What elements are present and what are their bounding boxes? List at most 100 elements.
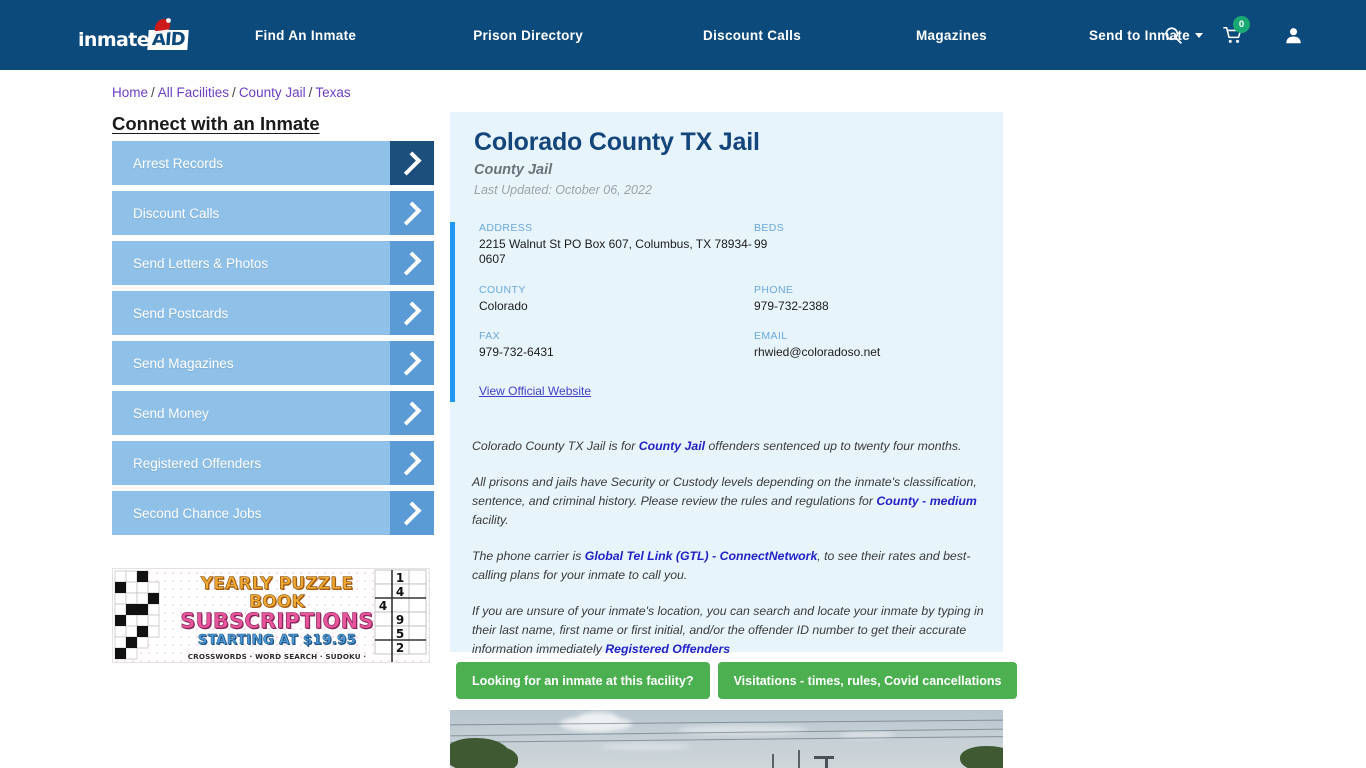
- desc-p1-link-county-jail[interactable]: County Jail: [639, 439, 705, 453]
- desc-p2-link-county-medium[interactable]: County - medium: [876, 494, 976, 508]
- facility-street-view-photo[interactable]: [450, 710, 1003, 768]
- chevron-right-icon: [390, 391, 434, 435]
- chevron-right-icon: [390, 191, 434, 235]
- field-label: PHONE: [754, 283, 794, 296]
- desc-p1-text-b: offenders sentenced up to twenty four mo…: [705, 439, 962, 453]
- sidebar-item-discount-calls[interactable]: Discount Calls: [112, 191, 434, 235]
- page-title: Colorado County TX Jail: [474, 128, 760, 156]
- chevron-right-icon: [390, 491, 434, 535]
- sidebar-item-label: Second Chance Jobs: [133, 505, 262, 521]
- facility-details-block: ADDRESS 2215 Walnut St PO Box 607, Colum…: [450, 222, 1003, 402]
- sidebar-item-second-chance-jobs[interactable]: Second Chance Jobs: [112, 491, 434, 535]
- facility-details-grid: ADDRESS 2215 Walnut St PO Box 607, Colum…: [479, 222, 989, 360]
- field-value: 979-732-6431: [479, 345, 554, 360]
- sidebar-item-send-money[interactable]: Send Money: [112, 391, 434, 435]
- inmate-search-button[interactable]: Looking for an inmate at this facility?: [456, 662, 710, 699]
- field-email: EMAIL rhwied@coloradoso.net: [754, 330, 989, 360]
- sidebar-item-label: Registered Offenders: [133, 455, 262, 471]
- desc-p4-link-registered-offenders[interactable]: Registered Offenders: [605, 642, 730, 656]
- facility-type-subtitle: County Jail: [474, 162, 553, 178]
- ad-subheadline: SUBSCRIPTIONS: [180, 608, 374, 633]
- breadcrumb-separator: /: [151, 85, 155, 100]
- shopping-cart-icon[interactable]: 0: [1222, 16, 1250, 46]
- breadcrumb-separator: /: [308, 85, 313, 100]
- description-paragraph-4: If you are unsure of your inmate's locat…: [472, 602, 992, 659]
- user-account-icon[interactable]: [1282, 24, 1304, 46]
- sidebar-title: Connect with an Inmate: [112, 113, 320, 134]
- sidebar-item-send-letters-photos[interactable]: Send Letters & Photos: [112, 241, 434, 285]
- svg-text:9: 9: [396, 613, 404, 627]
- sidebar-item-label: Send Postcards: [133, 305, 229, 321]
- street-lamp-pole: [825, 758, 828, 768]
- sidebar-item-arrest-records[interactable]: Arrest Records: [112, 141, 434, 185]
- svg-text:2: 2: [396, 641, 404, 655]
- breadcrumb-separator: /: [232, 85, 236, 100]
- crossword-grid-graphic: [114, 570, 160, 660]
- chevron-right-icon: [390, 441, 434, 485]
- puzzle-book-ad-banner[interactable]: YEARLY PUZZLE BOOK SUBSCRIPTIONS STARTIN…: [112, 568, 430, 663]
- sidebar-item-registered-offenders[interactable]: Registered Offenders: [112, 441, 434, 485]
- chevron-right-icon: [390, 291, 434, 335]
- breadcrumb: Home / All Facilities / County Jail / Texas: [112, 85, 351, 100]
- cloud-shape: [600, 743, 690, 750]
- logo-text-inmate: inmate: [78, 29, 150, 51]
- facility-info-card: Colorado County TX Jail County Jail Last…: [450, 112, 1003, 656]
- chevron-right-icon: [390, 241, 434, 285]
- chevron-right-icon: [390, 141, 434, 185]
- street-lamp-arm: [814, 756, 834, 759]
- nav-item-discount-calls[interactable]: Discount Calls: [703, 28, 801, 43]
- ad-text-block: YEARLY PUZZLE BOOK SUBSCRIPTIONS STARTIN…: [177, 574, 377, 662]
- field-value: 979-732-2388: [754, 298, 829, 313]
- description-paragraph-2: All prisons and jails have Security or C…: [472, 473, 992, 530]
- svg-text:1: 1: [396, 571, 404, 585]
- breadcrumb-item-county-jail[interactable]: County Jail: [239, 85, 306, 100]
- field-fax: FAX 979-732-6431: [479, 330, 754, 360]
- last-updated-text: Last Updated: October 06, 2022: [474, 183, 652, 197]
- ad-categories: CROSSWORDS · WORD SEARCH · SUDOKU · BRAI…: [187, 651, 367, 662]
- nav-item-magazines[interactable]: Magazines: [916, 28, 987, 43]
- field-value: Colorado: [479, 298, 528, 313]
- utility-pole: [798, 750, 800, 768]
- sidebar-item-send-postcards[interactable]: Send Postcards: [112, 291, 434, 335]
- view-official-website-link[interactable]: View Official Website: [479, 384, 591, 398]
- cloud-shape: [678, 725, 808, 735]
- sidebar-item-label: Send Letters & Photos: [133, 255, 269, 271]
- power-line: [450, 736, 1003, 743]
- description-paragraph-1: Colorado County TX Jail is for County Ja…: [472, 437, 992, 456]
- main-navigation: Find An Inmate Prison Directory Discount…: [255, 0, 1203, 70]
- sidebar-item-label: Discount Calls: [133, 205, 220, 221]
- field-value: 2215 Walnut St PO Box 607, Columbus, TX …: [479, 237, 752, 267]
- breadcrumb-item-texas[interactable]: Texas: [315, 85, 350, 100]
- header-icon-group: 0: [1162, 0, 1304, 70]
- field-value: 99: [754, 237, 768, 251]
- desc-p2-text-b: facility.: [472, 513, 509, 528]
- breadcrumb-item-home[interactable]: Home: [112, 85, 148, 100]
- field-beds: BEDS 99: [754, 222, 989, 268]
- sidebar-item-send-magazines[interactable]: Send Magazines: [112, 341, 434, 385]
- field-label: FAX: [479, 330, 501, 343]
- ad-headline: YEARLY PUZZLE BOOK: [200, 574, 354, 612]
- desc-p1-text-a: Colorado County TX Jail is for: [472, 439, 639, 453]
- breadcrumb-item-all-facilities[interactable]: All Facilities: [158, 85, 229, 100]
- desc-p3-link-phone-carrier[interactable]: Global Tel Link (GTL) - ConnectNetwork: [585, 549, 818, 563]
- description-paragraph-3: The phone carrier is Global Tel Link (GT…: [472, 547, 992, 585]
- field-county: COUNTY Colorado: [479, 284, 754, 314]
- field-label: EMAIL: [754, 330, 788, 343]
- visitations-button[interactable]: Visitations - times, rules, Covid cancel…: [717, 662, 1018, 699]
- svg-text:4: 4: [379, 599, 387, 613]
- site-logo[interactable]: inmate AID: [78, 18, 189, 51]
- svg-text:4: 4: [396, 585, 404, 599]
- nav-item-find-an-inmate[interactable]: Find An Inmate: [255, 28, 356, 43]
- facility-description: Colorado County TX Jail is for County Ja…: [472, 437, 992, 676]
- field-label: BEDS: [754, 222, 785, 234]
- field-label: ADDRESS: [479, 222, 533, 234]
- ad-price: STARTING AT $19.95: [197, 631, 357, 648]
- site-header: inmate AID Find An Inmate Prison Directo…: [0, 0, 1366, 70]
- nav-item-prison-directory[interactable]: Prison Directory: [473, 28, 583, 43]
- accent-bar: [450, 222, 455, 402]
- field-phone: PHONE 979-732-2388: [754, 284, 989, 314]
- field-address: ADDRESS 2215 Walnut St PO Box 607, Colum…: [479, 222, 754, 268]
- desc-p3-text-a: The phone carrier is: [472, 549, 585, 564]
- search-icon[interactable]: [1162, 24, 1184, 46]
- tree-shape: [470, 746, 518, 768]
